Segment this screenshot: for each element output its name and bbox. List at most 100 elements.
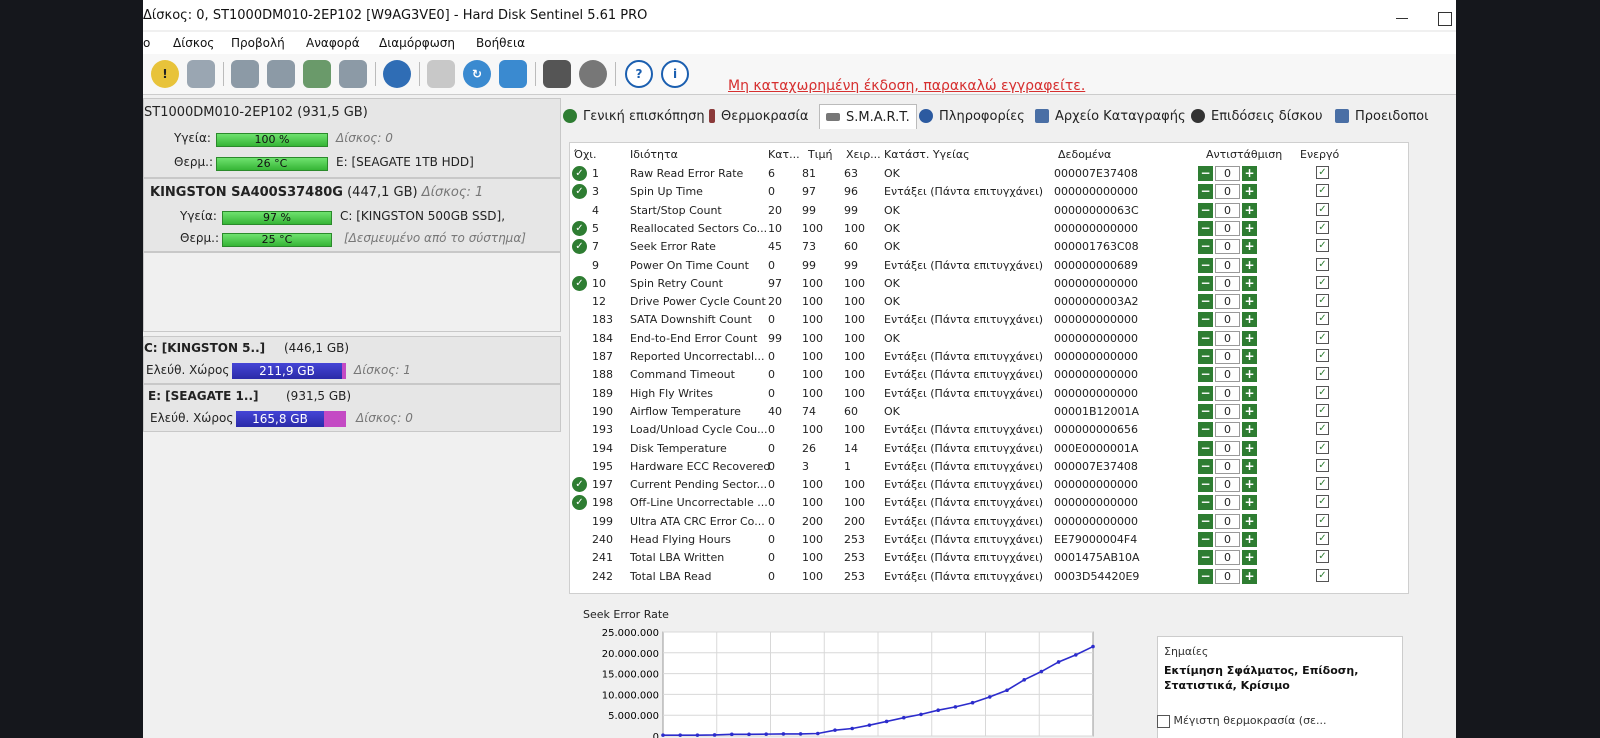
table-row[interactable]: ✓ 7 Seek Error Rate 45 73 60 OK 000001763C08 −0 +… xyxy=(570,238,1408,256)
table-row[interactable]: 241 Total LBA Written 0 100 253 Εντάξει (Πάντ… xyxy=(570,549,1408,567)
plus-icon[interactable]: + xyxy=(1242,294,1257,310)
minus-icon[interactable]: − xyxy=(1198,294,1213,310)
compensation-value[interactable]: 0 xyxy=(1215,257,1240,273)
compensation-value[interactable]: 0 xyxy=(1215,495,1240,511)
compensation-value[interactable]: 0 xyxy=(1215,385,1240,401)
volume-card-e[interactable]: E: [SEAGATE 1..] (931,5 GB) Ελεύθ. Χώρος… xyxy=(143,384,561,432)
menu-item-view[interactable]: Προβολή xyxy=(231,36,285,50)
minus-icon[interactable]: − xyxy=(1198,367,1213,383)
minus-icon[interactable]: − xyxy=(1198,239,1213,255)
minus-icon[interactable]: − xyxy=(1198,422,1213,438)
tab-temperature[interactable]: Θερμοκρασία xyxy=(709,104,808,128)
console-icon[interactable] xyxy=(543,60,571,88)
globe-icon[interactable] xyxy=(383,60,411,88)
active-checkbox[interactable]: ✓ xyxy=(1316,385,1329,399)
active-checkbox[interactable]: ✓ xyxy=(1316,440,1329,454)
disk-icon[interactable] xyxy=(187,60,215,88)
active-checkbox[interactable]: ✓ xyxy=(1316,458,1329,472)
compensation-value[interactable]: 0 xyxy=(1215,330,1240,346)
table-row[interactable]: 189 High Fly Writes 0 100 100 Εντάξει (Πάντα … xyxy=(570,385,1408,403)
compensation-value[interactable]: 0 xyxy=(1215,513,1240,529)
plus-icon[interactable]: + xyxy=(1242,532,1257,547)
active-checkbox[interactable]: ✓ xyxy=(1316,239,1329,253)
minus-icon[interactable]: − xyxy=(1198,532,1213,547)
surface-test-icon[interactable] xyxy=(267,60,295,88)
minus-icon[interactable]: − xyxy=(1198,202,1213,218)
compensation-value[interactable]: 0 xyxy=(1215,403,1240,419)
minus-icon[interactable]: − xyxy=(1198,184,1213,200)
table-row[interactable]: 193 Load/Unload Cycle Cou... 0 100 100 Εντάξε… xyxy=(570,421,1408,439)
table-row[interactable]: 9 Power On Time Count 0 99 99 Εντάξει (Πάντα … xyxy=(570,257,1408,275)
active-checkbox[interactable]: ✓ xyxy=(1316,403,1329,417)
minus-icon[interactable]: − xyxy=(1198,385,1213,401)
minus-icon[interactable]: − xyxy=(1198,513,1213,529)
table-row[interactable]: ✓ 10 Spin Retry Count 97 100 100 OK 00000000000… xyxy=(570,275,1408,293)
table-row[interactable]: 184 End-to-End Error Count 99 100 100 OK 00000… xyxy=(570,330,1408,348)
plus-icon[interactable]: + xyxy=(1242,349,1257,364)
active-checkbox[interactable]: ✓ xyxy=(1316,275,1329,289)
column-header[interactable]: Δεδομένα xyxy=(1058,148,1111,161)
compensation-value[interactable]: 0 xyxy=(1215,550,1240,566)
compensation-value[interactable]: 0 xyxy=(1215,440,1240,456)
volume-card-c[interactable]: C: [KINGSTON 5..] (446,1 GB) Ελεύθ. Χώρο… xyxy=(143,336,561,384)
table-row[interactable]: ✓ 1 Raw Read Error Rate 6 81 63 OK 000007E37408… xyxy=(570,165,1408,183)
compensation-value[interactable]: 0 xyxy=(1215,312,1240,328)
table-row[interactable]: 4 Start/Stop Count 20 99 99 OK 00000000063C −0 +… xyxy=(570,202,1408,220)
register-link[interactable]: Μη καταχωρημένη έκδοση, παρακαλώ εγγραφε… xyxy=(728,78,1085,94)
plus-icon[interactable]: + xyxy=(1242,202,1257,218)
active-checkbox[interactable]: ✓ xyxy=(1316,550,1329,564)
column-header[interactable]: Ενεργό xyxy=(1300,148,1339,161)
plus-icon[interactable]: + xyxy=(1242,550,1257,566)
active-checkbox[interactable]: ✓ xyxy=(1316,422,1329,436)
disk-test-icon[interactable] xyxy=(231,60,259,88)
column-header[interactable]: Όχι. xyxy=(574,148,597,161)
table-row[interactable]: 188 Command Timeout 0 100 100 Εντάξει (Πάντα … xyxy=(570,366,1408,384)
maximize-icon[interactable] xyxy=(1438,12,1452,26)
table-row[interactable]: ✓ 5 Reallocated Sectors Co... 10 100 100 OK 000… xyxy=(570,220,1408,238)
alert-icon[interactable]: ! xyxy=(151,60,179,88)
compensation-value[interactable]: 0 xyxy=(1215,220,1240,236)
compensation-value[interactable]: 0 xyxy=(1215,477,1240,493)
plus-icon[interactable]: + xyxy=(1242,385,1257,401)
minus-icon[interactable]: − xyxy=(1198,495,1213,511)
minus-icon[interactable]: − xyxy=(1198,550,1213,566)
plus-icon[interactable]: + xyxy=(1242,239,1257,255)
network-icon[interactable] xyxy=(499,60,527,88)
tab-overview[interactable]: Γενική επισκόπηση xyxy=(563,104,705,128)
tab-information[interactable]: Πληροφορίες xyxy=(919,104,1025,128)
column-header[interactable]: Κατ... xyxy=(768,148,800,161)
active-checkbox[interactable]: ✓ xyxy=(1316,367,1329,381)
plus-icon[interactable]: + xyxy=(1242,495,1257,511)
table-row[interactable]: 12 Drive Power Cycle Count 20 100 100 OK 00000… xyxy=(570,293,1408,311)
max-temperature-checkbox[interactable]: Μέγιστη θερμοκρασία (σε... xyxy=(1157,714,1326,728)
plus-icon[interactable]: + xyxy=(1242,403,1257,419)
minus-icon[interactable]: − xyxy=(1198,440,1213,456)
compensation-value[interactable]: 0 xyxy=(1215,367,1240,383)
report-icon[interactable] xyxy=(427,60,455,88)
menu-item-configuration[interactable]: Διαμόρφωση xyxy=(379,36,455,50)
settings-icon[interactable] xyxy=(579,60,607,88)
tab-log[interactable]: Αρχείο Καταγραφής xyxy=(1035,104,1186,128)
active-checkbox[interactable]: ✓ xyxy=(1316,513,1329,527)
minus-icon[interactable]: − xyxy=(1198,403,1213,419)
refresh-icon[interactable]: ↻ xyxy=(463,60,491,88)
table-row[interactable]: 190 Airflow Temperature 40 74 60 OK 00001B1200… xyxy=(570,403,1408,421)
plus-icon[interactable]: + xyxy=(1242,477,1257,493)
compensation-value[interactable]: 0 xyxy=(1215,532,1240,547)
help-icon[interactable]: ? xyxy=(625,60,653,88)
plus-icon[interactable]: + xyxy=(1242,257,1257,273)
compensation-value[interactable]: 0 xyxy=(1215,422,1240,438)
menu-item-help[interactable]: Βοήθεια xyxy=(476,36,525,50)
menu-item-file[interactable]: ο xyxy=(143,36,150,50)
minus-icon[interactable]: − xyxy=(1198,275,1213,291)
disk-check-icon[interactable] xyxy=(303,60,331,88)
tab-smart[interactable]: S.M.A.R.T. xyxy=(819,104,917,129)
active-checkbox[interactable]: ✓ xyxy=(1316,312,1329,326)
table-row[interactable]: ✓ 197 Current Pending Sector... 0 100 100 Εντά… xyxy=(570,476,1408,494)
compensation-value[interactable]: 0 xyxy=(1215,166,1240,181)
minus-icon[interactable]: − xyxy=(1198,330,1213,346)
table-row[interactable]: 242 Total LBA Read 0 100 253 Εντάξει (Πάντα ε… xyxy=(570,568,1408,586)
column-header[interactable]: Χειρ... xyxy=(846,148,881,161)
minus-icon[interactable]: − xyxy=(1198,312,1213,328)
tab-performance[interactable]: Επιδόσεις δίσκου xyxy=(1191,104,1323,128)
